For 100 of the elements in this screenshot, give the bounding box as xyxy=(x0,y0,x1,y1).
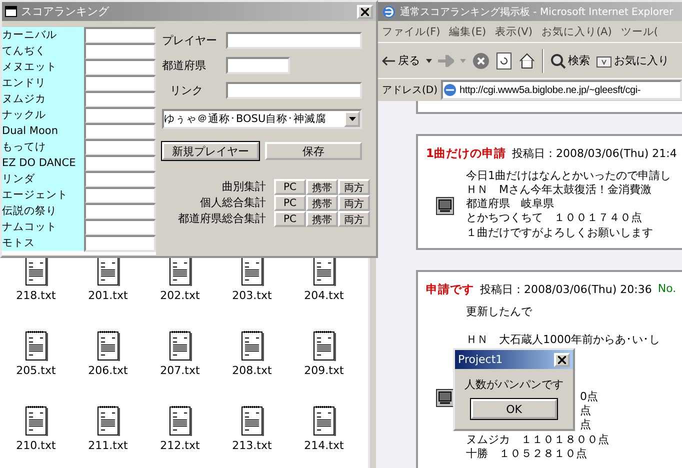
file-name: 212.txt xyxy=(160,439,200,452)
score-input[interactable] xyxy=(84,235,156,252)
song-name: エージェント xyxy=(2,187,84,203)
song-name: もってけ xyxy=(2,139,84,155)
browser-icon xyxy=(382,4,396,18)
text-file-icon[interactable] xyxy=(95,255,121,287)
action-button[interactable]: 新規プレイヤー xyxy=(162,142,259,160)
post-text: ＨＮ Mさん今年太鼓復活！金消費激 xyxy=(466,183,652,198)
aggregate-button[interactable]: 両方 xyxy=(338,195,370,211)
text-file-icon[interactable] xyxy=(239,330,265,362)
file-name: 218.txt xyxy=(16,289,56,302)
score-input[interactable] xyxy=(84,203,156,220)
post-text: 都道府県 岐阜県 xyxy=(466,197,554,212)
post-title: 1曲だけの申請 xyxy=(426,146,506,161)
refresh-icon[interactable] xyxy=(496,52,512,70)
file-name: 204.txt xyxy=(304,289,344,302)
score-input[interactable] xyxy=(84,171,156,188)
post-date: 投稿日：2008/03/06(Thu) 21:4 xyxy=(512,146,677,161)
score-input[interactable] xyxy=(84,91,156,108)
close-button[interactable] xyxy=(357,4,373,18)
stop-icon[interactable] xyxy=(472,52,490,70)
song-name: てんぢく xyxy=(2,43,84,59)
score-input[interactable] xyxy=(84,187,156,204)
aggregate-button[interactable]: PC xyxy=(274,179,306,195)
song-name: リンダ xyxy=(2,171,84,187)
song-name: ナムコット xyxy=(2,219,84,235)
field-label: リンク xyxy=(169,82,204,98)
address-field[interactable]: http://cgi.www5a.biglobe.ne.jp/~gleesft/cgi- xyxy=(440,80,682,100)
menu-item[interactable]: 表示(V) xyxy=(495,24,532,38)
aggregate-button[interactable]: PC xyxy=(274,195,306,211)
text-input[interactable] xyxy=(226,32,362,48)
score-input[interactable] xyxy=(84,107,156,124)
aggregate-button[interactable]: 携帯 xyxy=(306,211,338,227)
favorites-button[interactable]: お気に入り xyxy=(596,53,669,68)
score-input[interactable] xyxy=(84,27,156,44)
file-name: 210.txt xyxy=(16,439,56,452)
menu-item[interactable]: ファイル(F) xyxy=(382,24,440,38)
dialog-message: 人数がパンパンです xyxy=(464,377,564,392)
text-input[interactable] xyxy=(226,82,362,98)
song-name: カーニバル xyxy=(2,27,84,43)
text-file-icon[interactable] xyxy=(167,405,193,437)
aggregate-button[interactable]: PC xyxy=(274,211,306,227)
score-input[interactable] xyxy=(84,155,156,172)
text-file-icon[interactable] xyxy=(95,330,121,362)
post-text: 点 xyxy=(580,418,591,433)
aggregate-label: 曲別集計 xyxy=(221,179,267,195)
score-input[interactable] xyxy=(84,219,156,236)
aggregate-button[interactable]: 携帯 xyxy=(306,179,338,195)
aggregate-label: 個人総合集計 xyxy=(199,195,267,211)
home-icon[interactable] xyxy=(518,52,536,70)
text-file-icon[interactable] xyxy=(239,255,265,287)
dropdown-button[interactable] xyxy=(344,111,360,127)
aggregate-button[interactable]: 両方 xyxy=(338,211,370,227)
file-name: 205.txt xyxy=(16,364,56,377)
close-icon xyxy=(558,356,566,364)
text-file-icon[interactable] xyxy=(311,255,337,287)
post-text: １曲だけですがよろしくお願いします xyxy=(466,226,653,240)
post-text: 0点 xyxy=(580,390,598,404)
folder-icon xyxy=(596,54,612,68)
action-button[interactable]: 保存 xyxy=(265,142,362,160)
score-input[interactable] xyxy=(84,139,156,156)
ok-button[interactable]: OK xyxy=(471,399,557,419)
song-name: エンドリ xyxy=(2,75,84,91)
menu-item[interactable]: 編集(E) xyxy=(449,24,486,38)
text-file-icon[interactable] xyxy=(311,405,337,437)
menu-item[interactable]: ツール( xyxy=(620,24,658,38)
dialog-title: Project1 xyxy=(458,353,504,366)
score-input[interactable] xyxy=(84,43,156,60)
text-file-icon[interactable] xyxy=(311,330,337,362)
aggregate-button[interactable]: 携帯 xyxy=(306,195,338,211)
file-name: 211.txt xyxy=(88,439,128,452)
text-file-icon[interactable] xyxy=(23,255,49,287)
text-input[interactable] xyxy=(226,56,290,74)
score-input[interactable] xyxy=(84,75,156,92)
dropdown-caret-icon[interactable] xyxy=(426,58,432,62)
menu-item[interactable]: お気に入り(A) xyxy=(541,24,612,38)
search-button[interactable]: 検索 xyxy=(550,52,590,68)
song-name: ナックル xyxy=(2,107,84,123)
text-file-icon[interactable] xyxy=(95,405,121,437)
song-name: ヌムジカ xyxy=(2,91,84,107)
post-text: 点 xyxy=(580,404,591,418)
text-file-icon[interactable] xyxy=(167,330,193,362)
aggregate-button[interactable]: 両方 xyxy=(338,179,370,195)
score-input[interactable] xyxy=(84,123,156,140)
player-select[interactable]: ゆぅゃ＠通称･BOSU自称･神滅腐 xyxy=(162,109,362,129)
back-arrow-icon xyxy=(382,56,396,66)
post-number: No. xyxy=(658,282,676,297)
text-file-icon[interactable] xyxy=(23,405,49,437)
text-file-icon[interactable] xyxy=(239,405,265,437)
close-button[interactable] xyxy=(554,352,570,366)
file-name: 203.txt xyxy=(232,289,272,302)
file-name: 206.txt xyxy=(88,364,128,377)
score-input[interactable] xyxy=(84,59,156,76)
caret-icon xyxy=(348,117,356,121)
text-file-icon[interactable] xyxy=(23,330,49,362)
computer-icon xyxy=(436,388,454,407)
post-text: とかちつくちて １００１７４０点 xyxy=(466,211,642,226)
back-button[interactable]: 戻る xyxy=(382,53,420,68)
text-file-icon[interactable] xyxy=(167,255,193,287)
field-label: 都道府県 xyxy=(162,58,207,72)
